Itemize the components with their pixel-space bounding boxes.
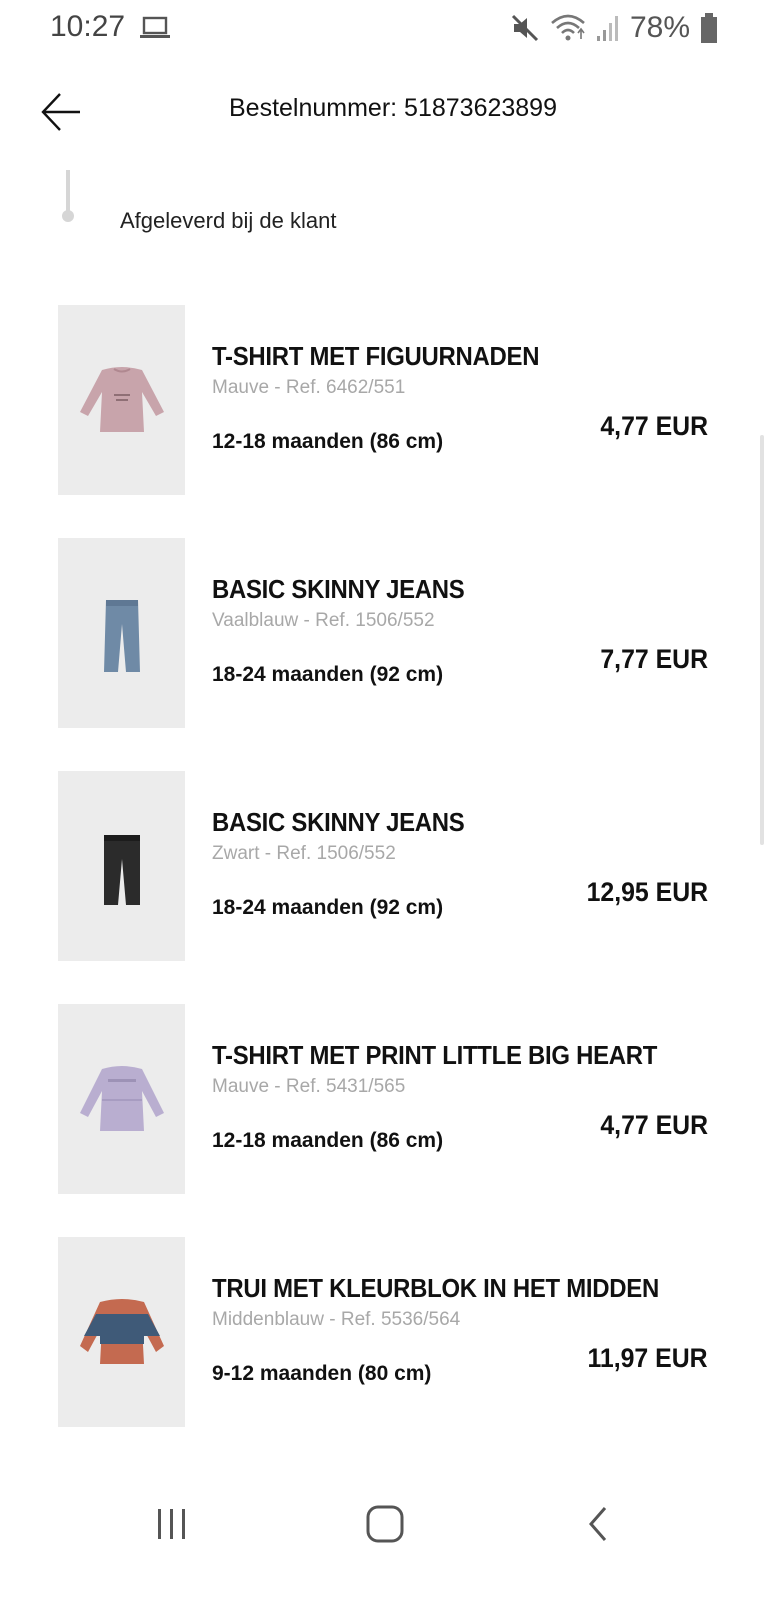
recents-button[interactable] <box>142 1494 202 1554</box>
product-item[interactable]: TRUI MET KLEURBLOK IN HET MIDDEN Middenb… <box>0 1237 778 1470</box>
timeline-dot <box>62 210 74 222</box>
product-price: 7,77 EUR <box>600 644 708 674</box>
product-price: 12,95 EUR <box>586 877 708 907</box>
product-name: T-SHIRT MET PRINT LITTLE BIG HEART <box>212 1040 658 1070</box>
header: Bestelnummer: 51873623899 <box>0 80 778 144</box>
page-title: Bestelnummer: 51873623899 <box>228 94 557 122</box>
product-price: 4,77 EUR <box>600 1110 708 1140</box>
product-size: 12-18 maanden (86 cm) <box>212 1129 444 1152</box>
product-item[interactable]: T-SHIRT MET PRINT LITTLE BIG HEART Mauve… <box>0 1004 778 1237</box>
product-image <box>58 305 185 495</box>
product-ref: Mauve - Ref. 5431/565 <box>212 1076 406 1097</box>
recents-icon <box>158 1509 185 1539</box>
product-name: BASIC SKINNY JEANS <box>212 807 465 837</box>
home-button[interactable] <box>355 1494 415 1554</box>
status-bar: 10:27 78% <box>0 0 778 56</box>
product-item[interactable]: BASIC SKINNY JEANS Vaalblauw - Ref. 1506… <box>0 538 778 771</box>
timeline-line <box>66 170 70 214</box>
product-image <box>58 771 185 961</box>
product-size: 9-12 maanden (80 cm) <box>212 1362 432 1385</box>
product-image <box>58 1004 185 1194</box>
product-ref: Middenblauw - Ref. 5536/564 <box>212 1309 461 1330</box>
product-ref: Zwart - Ref. 1506/552 <box>212 843 396 864</box>
product-image <box>58 1237 185 1427</box>
navigation-bar <box>0 1480 778 1560</box>
product-ref: Vaalblauw - Ref. 1506/552 <box>212 610 435 631</box>
product-image <box>58 538 185 728</box>
product-item[interactable]: T-SHIRT MET FIGUURNADEN Mauve - Ref. 646… <box>0 305 778 538</box>
product-size: 18-24 maanden (92 cm) <box>212 896 444 919</box>
product-size: 12-18 maanden (86 cm) <box>212 430 444 453</box>
mute-icon <box>511 14 539 42</box>
system-back-button[interactable] <box>568 1494 628 1554</box>
product-size: 18-24 maanden (92 cm) <box>212 663 444 686</box>
home-icon <box>366 1505 404 1543</box>
product-list: T-SHIRT MET FIGUURNADEN Mauve - Ref. 646… <box>0 305 778 1470</box>
battery-level: 78% <box>629 11 690 44</box>
battery-icon <box>701 13 717 43</box>
product-name: T-SHIRT MET FIGUURNADEN <box>212 341 540 371</box>
status-time: 10:27 <box>50 10 126 43</box>
back-icon <box>589 1507 607 1541</box>
product-ref: Mauve - Ref. 6462/551 <box>212 377 406 398</box>
product-item[interactable]: BASIC SKINNY JEANS Zwart - Ref. 1506/552… <box>0 771 778 1004</box>
product-name: TRUI MET KLEURBLOK IN HET MIDDEN <box>212 1273 659 1303</box>
laptop-icon <box>140 16 170 38</box>
product-price: 4,77 EUR <box>600 411 708 441</box>
status-icons: 78% <box>510 10 718 46</box>
delivery-status: Afgeleverd bij de klant <box>120 208 337 233</box>
wifi-icon <box>551 14 585 41</box>
status-timeline <box>62 170 74 226</box>
signal-icon <box>596 16 618 41</box>
scrollbar[interactable] <box>760 435 764 845</box>
product-name: BASIC SKINNY JEANS <box>212 574 465 604</box>
product-price: 11,97 EUR <box>587 1343 708 1373</box>
